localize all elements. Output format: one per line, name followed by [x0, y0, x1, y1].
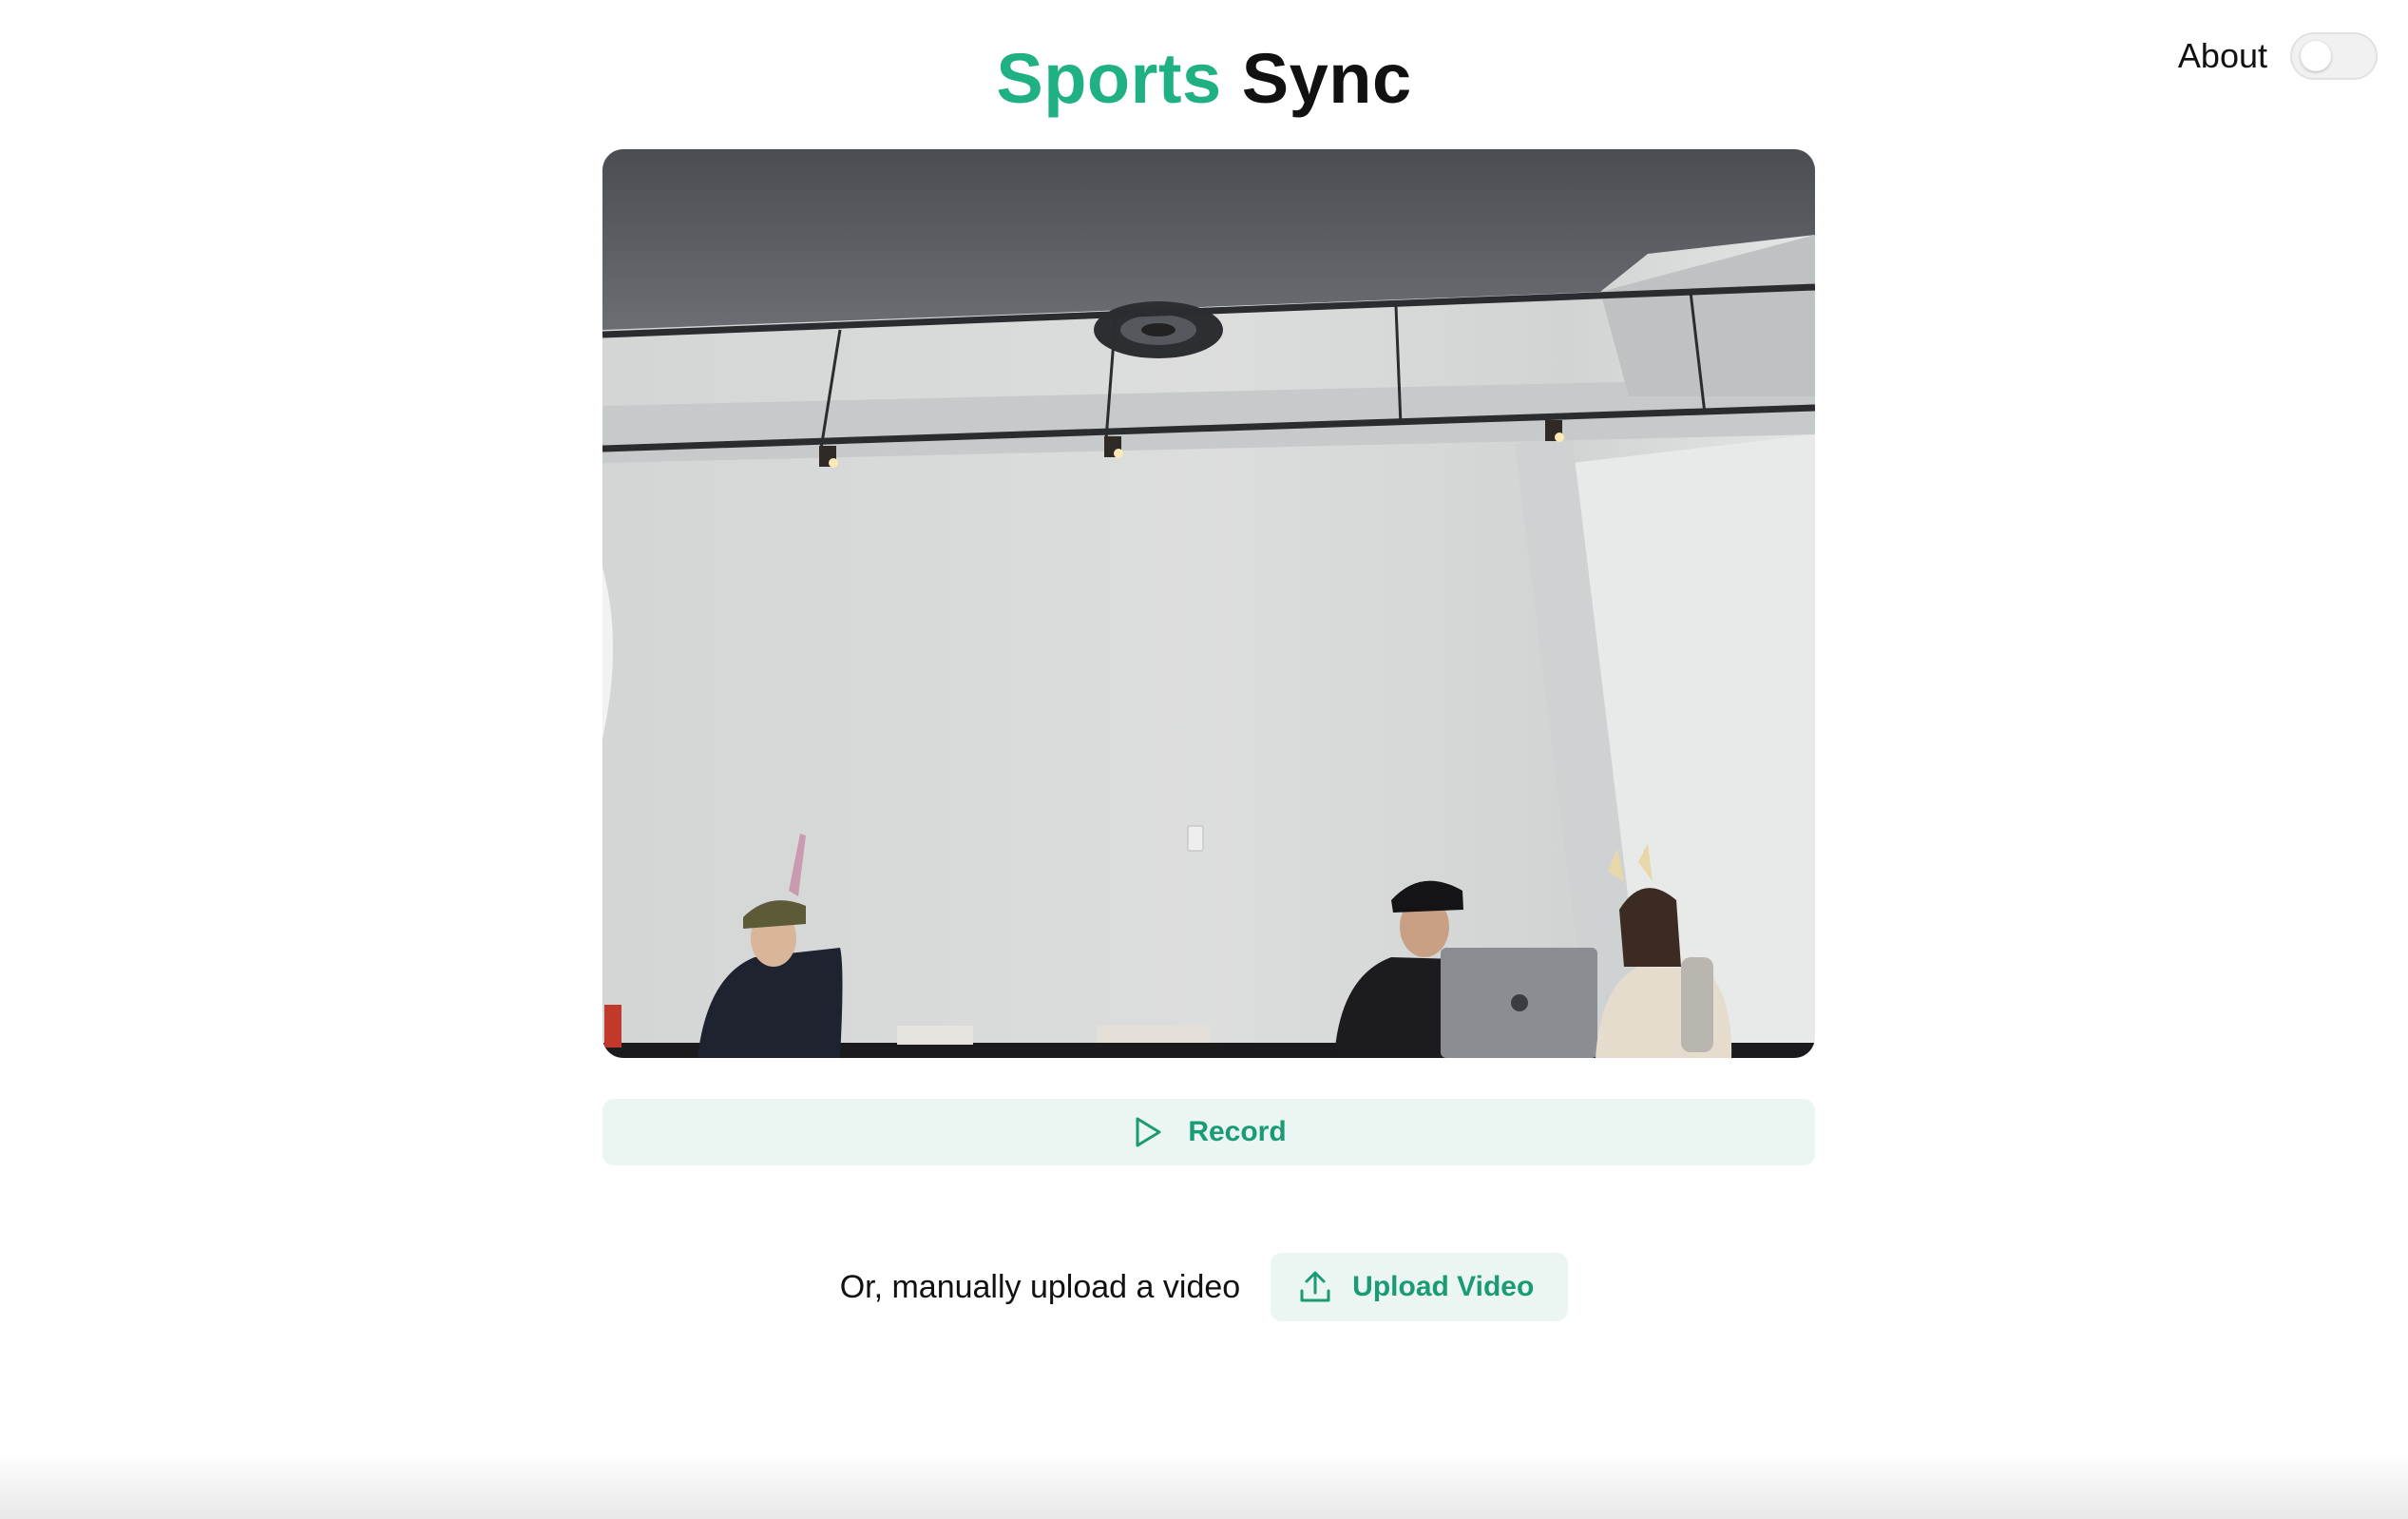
- video-preview: [602, 149, 1815, 1058]
- about-toggle[interactable]: [2290, 32, 2378, 80]
- bottom-shade: [0, 1452, 2408, 1519]
- video-frame: [602, 149, 1815, 1058]
- record-button[interactable]: Record: [602, 1099, 1815, 1165]
- about-control: About: [2178, 32, 2378, 80]
- title-accent: Sports: [996, 39, 1222, 118]
- record-label: Record: [1188, 1116, 1287, 1147]
- toggle-knob: [2301, 41, 2331, 71]
- upload-row: Or, manually upload a video Upload Video: [0, 1253, 2408, 1321]
- upload-prompt: Or, manually upload a video: [839, 1268, 1241, 1305]
- about-label: About: [2177, 36, 2267, 75]
- upload-video-button[interactable]: Upload Video: [1271, 1253, 1569, 1321]
- page-title: Sports Sync: [0, 36, 2408, 122]
- page: Sports Sync About Record Or, manually up…: [0, 0, 2408, 1519]
- upload-icon: [1300, 1271, 1330, 1302]
- play-icon: [1136, 1117, 1161, 1147]
- title-rest: Sync: [1241, 39, 1412, 118]
- upload-label: Upload Video: [1352, 1271, 1535, 1302]
